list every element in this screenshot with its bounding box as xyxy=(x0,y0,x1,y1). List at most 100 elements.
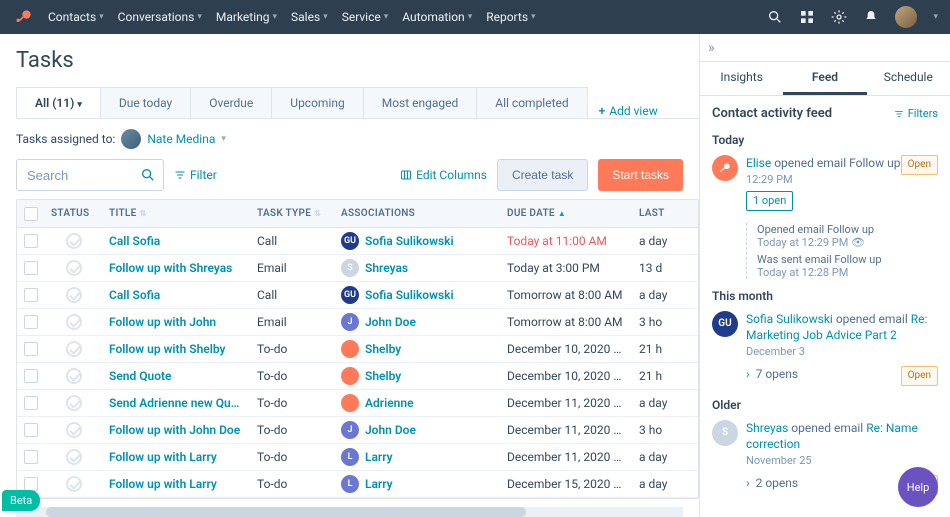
task-title-link[interactable]: Call Sofia xyxy=(109,288,160,302)
row-checkbox[interactable] xyxy=(24,423,38,437)
help-button[interactable]: Help xyxy=(898,467,938,507)
hubspot-logo[interactable] xyxy=(12,5,36,29)
nav-item-sales[interactable]: Sales▾ xyxy=(291,10,328,24)
last-contacted: a day xyxy=(633,450,687,464)
row-checkbox[interactable] xyxy=(24,315,38,329)
row-checkbox[interactable] xyxy=(24,234,38,248)
nav-item-service[interactable]: Service▾ xyxy=(342,10,389,24)
expand-icon[interactable]: › xyxy=(746,475,750,492)
panel-filters-button[interactable]: Filters xyxy=(894,107,938,120)
view-tab[interactable]: All completed xyxy=(476,87,587,118)
association-link[interactable]: Shelby xyxy=(365,342,401,356)
status-toggle[interactable] xyxy=(66,260,82,276)
open-badge[interactable]: Open xyxy=(901,366,938,386)
col-type[interactable]: TASK TYPE⇅ xyxy=(251,208,335,219)
collapse-panel-icon[interactable]: » xyxy=(708,40,715,56)
beta-badge[interactable]: Beta xyxy=(2,490,40,511)
contact-name-link[interactable]: Elise xyxy=(746,156,771,170)
select-all-checkbox[interactable] xyxy=(24,207,38,221)
association-link[interactable]: Larry xyxy=(365,477,393,491)
association-avatar xyxy=(341,340,359,358)
association-link[interactable]: Shreyas xyxy=(365,261,408,275)
status-toggle[interactable] xyxy=(66,422,82,438)
gear-icon[interactable] xyxy=(831,9,847,25)
view-tab[interactable]: Most engaged xyxy=(363,87,478,118)
panel-tab-feed[interactable]: Feed xyxy=(783,62,866,95)
nav-item-automation[interactable]: Automation▾ xyxy=(402,10,472,24)
due-date: December 11, 2020 8:0… xyxy=(501,396,633,410)
association-link[interactable]: Shelby xyxy=(365,369,401,383)
status-toggle[interactable] xyxy=(66,476,82,492)
opens-count[interactable]: 1 open xyxy=(746,191,793,210)
col-status[interactable]: STATUS xyxy=(45,208,103,219)
marketplace-icon[interactable] xyxy=(799,9,815,25)
row-checkbox[interactable] xyxy=(24,342,38,356)
association-link[interactable]: John Doe xyxy=(365,315,416,329)
association-link[interactable]: Sofia Sulikowski xyxy=(365,234,454,248)
task-title-link[interactable]: Follow up with Larry xyxy=(109,450,217,464)
task-title-link[interactable]: Send Quote xyxy=(109,369,171,383)
status-toggle[interactable] xyxy=(66,395,82,411)
view-tab[interactable]: All (11) ▾ xyxy=(16,87,101,118)
row-checkbox[interactable] xyxy=(24,396,38,410)
task-title-link[interactable]: Follow up with John xyxy=(109,315,216,329)
row-checkbox[interactable] xyxy=(24,369,38,383)
panel-tab-insights[interactable]: Insights xyxy=(700,62,783,95)
contact-avatar: S xyxy=(712,420,738,446)
add-view-button[interactable]: +Add view xyxy=(599,104,658,118)
search-icon[interactable] xyxy=(767,9,783,25)
row-checkbox[interactable] xyxy=(24,477,38,491)
task-title-link[interactable]: Follow up with John Doe xyxy=(109,423,240,437)
task-title-link[interactable]: Follow up with Shelby xyxy=(109,342,226,356)
start-tasks-button[interactable]: Start tasks xyxy=(598,159,683,191)
row-checkbox[interactable] xyxy=(24,288,38,302)
status-toggle[interactable] xyxy=(66,287,82,303)
nav-item-contacts[interactable]: Contacts▾ xyxy=(48,10,104,24)
expand-icon[interactable]: › xyxy=(746,366,750,383)
nav-item-reports[interactable]: Reports▾ xyxy=(486,10,535,24)
filter-icon xyxy=(894,109,904,119)
task-type: To-do xyxy=(251,396,335,410)
assignee-picker[interactable]: Nate Medina ▾ xyxy=(121,129,226,149)
nav-right: ▾ xyxy=(767,6,938,28)
contact-name-link[interactable]: Sofia Sulikowski xyxy=(746,312,833,326)
opens-count[interactable]: 2 opens xyxy=(756,476,799,490)
col-due[interactable]: DUE DATE▲ xyxy=(501,208,633,219)
row-checkbox[interactable] xyxy=(24,450,38,464)
task-title-link[interactable]: Follow up with Shreyas xyxy=(109,261,232,275)
association-link[interactable]: Larry xyxy=(365,450,393,464)
status-toggle[interactable] xyxy=(66,314,82,330)
nav-item-marketing[interactable]: Marketing▾ xyxy=(216,10,277,24)
view-tab[interactable]: Due today xyxy=(100,87,191,118)
task-title-link[interactable]: Call Sofia xyxy=(109,234,160,248)
status-toggle[interactable] xyxy=(66,368,82,384)
status-toggle[interactable] xyxy=(66,449,82,465)
association-avatar: L xyxy=(341,475,359,493)
create-task-button[interactable]: Create task xyxy=(497,159,588,191)
user-avatar[interactable] xyxy=(895,6,917,28)
association-link[interactable]: Sofia Sulikowski xyxy=(365,288,454,302)
horizontal-scrollbar[interactable] xyxy=(16,507,683,517)
opens-count[interactable]: 7 opens xyxy=(756,367,799,381)
col-assoc[interactable]: ASSOCIATIONS xyxy=(335,208,501,219)
association-link[interactable]: John Doe xyxy=(365,423,416,437)
bell-icon[interactable] xyxy=(863,9,879,25)
view-tab[interactable]: Upcoming xyxy=(271,87,363,118)
view-tab[interactable]: Overdue xyxy=(190,87,272,118)
nav-item-conversations[interactable]: Conversations▾ xyxy=(118,10,202,24)
panel-tab-schedule[interactable]: Schedule xyxy=(867,62,950,95)
col-title[interactable]: TITLE⇅ xyxy=(103,208,251,219)
contact-name-link[interactable]: Shreyas xyxy=(746,421,788,435)
col-last[interactable]: LAST xyxy=(633,208,687,219)
search-icon[interactable] xyxy=(140,167,156,183)
association-link[interactable]: Adrienne xyxy=(365,396,414,410)
filter-button[interactable]: Filter xyxy=(174,168,217,182)
status-toggle[interactable] xyxy=(66,341,82,357)
row-checkbox[interactable] xyxy=(24,261,38,275)
status-toggle[interactable] xyxy=(66,233,82,249)
chevron-down-icon[interactable]: ▾ xyxy=(933,12,938,22)
task-title-link[interactable]: Send Adrienne new Qu… xyxy=(109,396,239,410)
task-title-link[interactable]: Follow up with Larry xyxy=(109,477,217,491)
edit-columns-button[interactable]: Edit Columns xyxy=(400,168,487,182)
open-badge[interactable]: Open xyxy=(901,155,938,175)
